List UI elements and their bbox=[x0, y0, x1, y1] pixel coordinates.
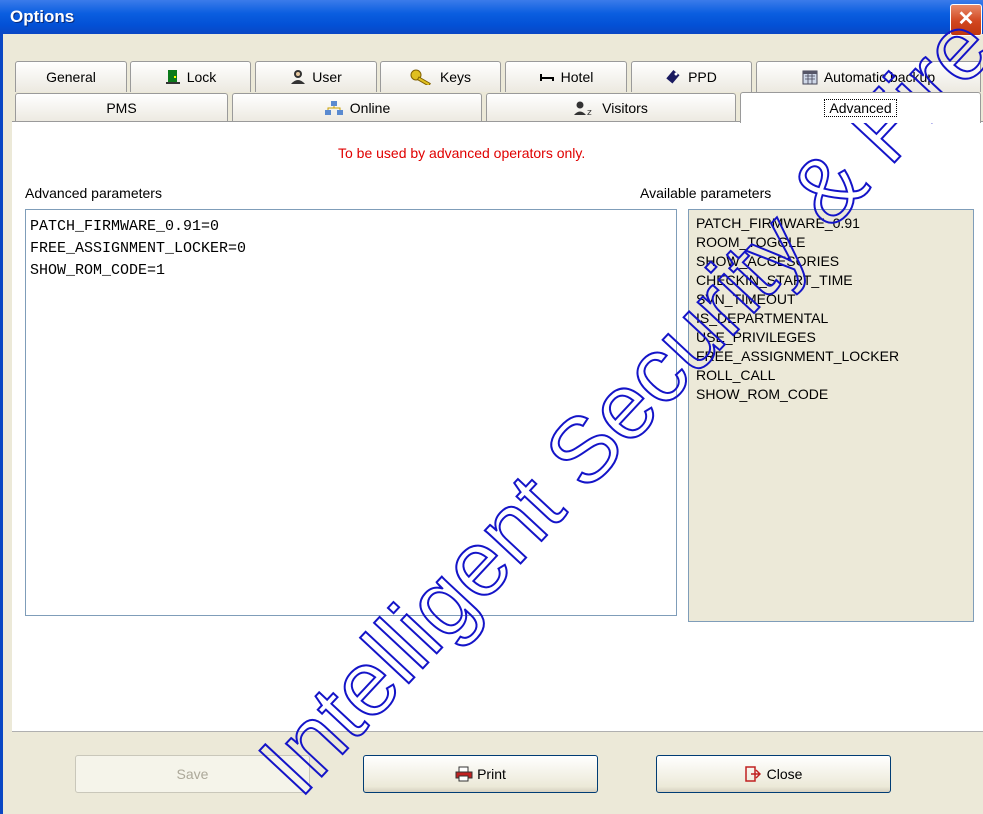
tab-label: Hotel bbox=[560, 69, 594, 85]
key-icon bbox=[410, 69, 434, 87]
tab-label: Automatic backup bbox=[823, 69, 936, 85]
print-button[interactable]: Print bbox=[363, 755, 598, 793]
tab-label: Keys bbox=[439, 69, 472, 85]
tab-hotel[interactable]: Hotel bbox=[505, 61, 627, 92]
tab-ppd[interactable]: PPD bbox=[631, 61, 752, 92]
advanced-parameters-textarea[interactable]: PATCH_FIRMWARE_0.91=0 FREE_ASSIGNMENT_LO… bbox=[25, 209, 677, 616]
tab-keys[interactable]: Keys bbox=[380, 61, 501, 92]
list-item[interactable]: ROOM_TOGGLE bbox=[696, 233, 966, 252]
available-parameters-list[interactable]: PATCH_FIRMWARE_0.91 ROOM_TOGGLE SHOW_ACC… bbox=[688, 209, 974, 622]
list-item[interactable]: PATCH_FIRMWARE_0.91 bbox=[696, 214, 966, 233]
param-line: FREE_ASSIGNMENT_LOCKER=0 bbox=[30, 240, 247, 257]
ppd-device-icon bbox=[666, 69, 682, 85]
param-line: SHOW_ROM_CODE=1 bbox=[30, 262, 166, 279]
save-label: Save bbox=[176, 766, 209, 782]
print-label: Print bbox=[477, 766, 506, 782]
window-title: Options bbox=[10, 7, 75, 26]
tab-label: PMS bbox=[106, 100, 137, 116]
close-label: Close bbox=[766, 766, 803, 782]
close-icon: ✕ bbox=[957, 8, 975, 30]
tab-label: Visitors bbox=[602, 100, 648, 116]
advanced-parameters-label: Advanced parameters bbox=[25, 185, 162, 201]
list-item[interactable]: SHOW_ACCESORIES bbox=[696, 252, 966, 271]
list-item[interactable]: USE_PRIVILEGES bbox=[696, 328, 966, 347]
close-button[interactable]: Close bbox=[656, 755, 891, 793]
tab-lock[interactable]: Lock bbox=[130, 61, 251, 92]
list-item[interactable]: SHOW_ROM_CODE bbox=[696, 385, 966, 404]
user-icon bbox=[290, 69, 306, 85]
tab-user[interactable]: User bbox=[255, 61, 377, 92]
printer-icon bbox=[455, 766, 473, 782]
options-window: Options ✕ General Lock User Keys Hotel P… bbox=[0, 0, 983, 814]
tab-label: Online bbox=[349, 100, 391, 116]
window-close-button[interactable]: ✕ bbox=[950, 4, 982, 36]
visitors-icon: z bbox=[574, 100, 596, 118]
tab-label: Advanced bbox=[824, 99, 897, 117]
tab-advanced[interactable]: Advanced bbox=[740, 92, 981, 123]
tab-label: User bbox=[312, 69, 342, 85]
param-line: PATCH_FIRMWARE_0.91=0 bbox=[30, 218, 220, 235]
title-bar: Options ✕ bbox=[0, 0, 983, 36]
tab-visitors[interactable]: z Visitors bbox=[486, 93, 736, 122]
tab-automatic-backup[interactable]: Automatic backup bbox=[756, 61, 981, 92]
list-item[interactable]: CHECKIN_START_TIME bbox=[696, 271, 966, 290]
available-parameters-label: Available parameters bbox=[640, 185, 772, 201]
exit-icon bbox=[744, 766, 761, 782]
tab-label: Lock bbox=[186, 69, 217, 85]
tab-general[interactable]: General bbox=[15, 61, 127, 92]
tab-online[interactable]: Online bbox=[232, 93, 482, 122]
tab-label: General bbox=[46, 69, 96, 85]
list-item[interactable]: FREE_ASSIGNMENT_LOCKER bbox=[696, 347, 966, 366]
bed-icon bbox=[539, 69, 555, 85]
door-icon bbox=[165, 69, 181, 85]
list-item[interactable]: SVN_TIMEOUT bbox=[696, 290, 966, 309]
window-border bbox=[0, 34, 3, 814]
network-icon bbox=[324, 100, 344, 116]
list-item[interactable]: IS_DEPARTMENTAL bbox=[696, 309, 966, 328]
svg-text:z: z bbox=[587, 108, 592, 116]
list-item[interactable]: ROLL_CALL bbox=[696, 366, 966, 385]
tab-label: PPD bbox=[688, 69, 717, 85]
save-button[interactable]: Save bbox=[75, 755, 310, 793]
advanced-warning: To be used by advanced operators only. bbox=[338, 145, 586, 161]
tab-pms[interactable]: PMS bbox=[15, 93, 228, 122]
calendar-icon bbox=[802, 69, 818, 85]
